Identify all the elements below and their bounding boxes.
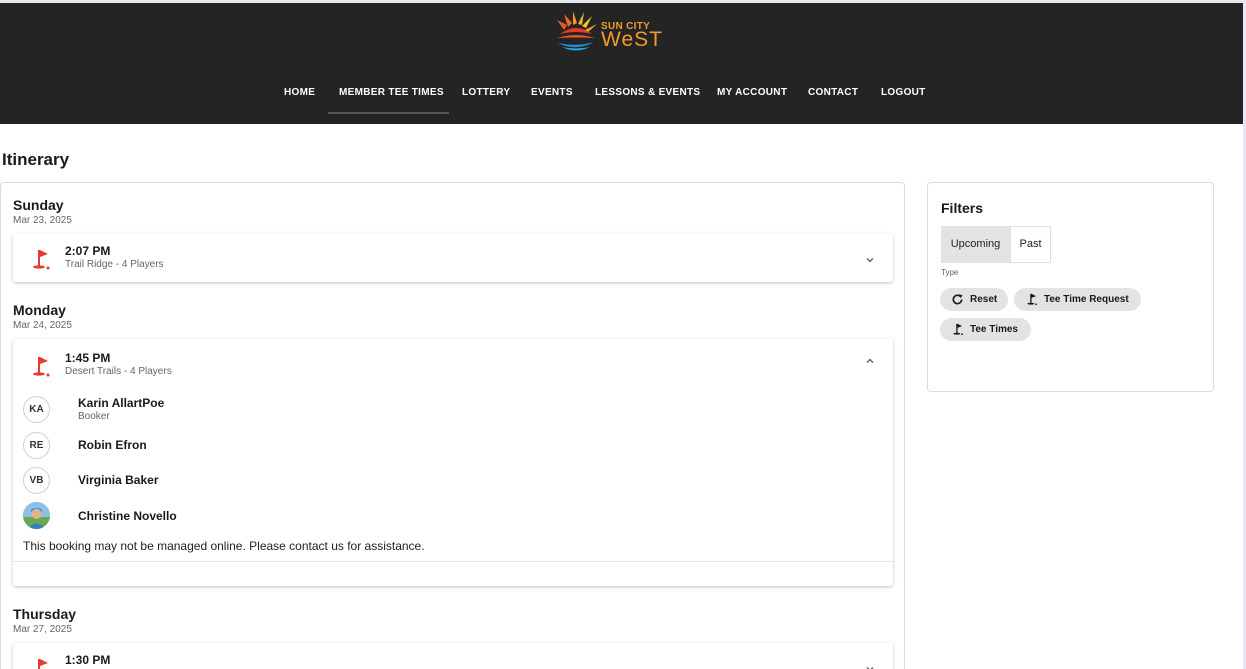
chevron-up-icon[interactable] (864, 355, 876, 367)
tab-upcoming[interactable]: Upcoming (941, 226, 1010, 263)
tee-time: 1:45 PM (65, 351, 111, 365)
nav-lottery[interactable]: LOTTERY (462, 87, 510, 98)
player-name: Virginia Baker (78, 473, 159, 487)
nav-events[interactable]: EVENTS (531, 87, 573, 98)
filters-panel: Filters Upcoming Past Type Reset Tee Tim… (927, 182, 1214, 392)
card-divider (13, 561, 893, 562)
site-header: SUN CITY WeST HOME MEMBER TEE TIMES LOTT… (0, 3, 1243, 124)
golf-flag-icon (1027, 293, 1037, 306)
tab-past[interactable]: Past (1010, 226, 1051, 263)
itinerary-list: Sunday Mar 23, 2025 2:07 PM Trail Ridge … (0, 182, 905, 669)
nav-lessons-events[interactable]: LESSONS & EVENTS (595, 87, 700, 98)
tee-time-card[interactable]: 2:07 PM Trail Ridge - 4 Players (13, 234, 893, 282)
avatar: KA (23, 396, 50, 423)
day-date: Mar 24, 2025 (13, 320, 72, 331)
golf-flag-icon (953, 323, 963, 336)
logo-text-west: WeST (601, 28, 663, 51)
filters-title: Filters (941, 200, 984, 216)
day-heading: Thursday (13, 606, 77, 622)
player-name: Karin AllartPoe (78, 396, 165, 410)
player-name: Robin Efron (78, 438, 147, 452)
tee-time-details: Desert Trails - 4 Players (65, 366, 172, 377)
golf-flag-icon (33, 250, 50, 270)
chip-label: Reset (970, 294, 998, 305)
type-label: Type (941, 268, 959, 277)
tee-time-card-expanded[interactable]: 1:45 PM Desert Trails - 4 Players KA Kar… (13, 339, 893, 586)
day-heading: Sunday (13, 197, 64, 213)
nav-home[interactable]: HOME (284, 87, 315, 98)
main-nav: HOME MEMBER TEE TIMES LOTTERY EVENTS LES… (0, 87, 1243, 107)
nav-logout[interactable]: LOGOUT (881, 87, 926, 98)
chip-label: Tee Time Request (1044, 294, 1129, 305)
day-date: Mar 27, 2025 (13, 624, 72, 635)
day-heading: Monday (13, 302, 66, 318)
player-role: Booker (78, 411, 110, 422)
nav-contact[interactable]: CONTACT (808, 87, 858, 98)
golf-flag-icon (33, 357, 50, 377)
refresh-icon (952, 294, 963, 305)
nav-active-indicator (328, 112, 449, 114)
avatar-photo (23, 502, 50, 529)
day-date: Mar 23, 2025 (13, 215, 72, 226)
chevron-down-icon[interactable] (864, 254, 876, 266)
tee-time-details: Trail Ridge - 4 Players (65, 259, 164, 270)
tee-time-request-chip[interactable]: Tee Time Request (1014, 288, 1141, 311)
page-title: Itinerary (2, 150, 70, 169)
golf-flag-icon (38, 659, 48, 669)
tee-time-card[interactable]: 1:30 PM (13, 643, 893, 669)
person-photo-icon (23, 502, 50, 529)
chip-label: Tee Times (970, 324, 1018, 335)
sun-city-west-logo[interactable]: SUN CITY WeST (554, 10, 664, 54)
avatar: RE (23, 432, 50, 459)
tee-time: 1:30 PM (65, 653, 111, 667)
reset-chip[interactable]: Reset (940, 288, 1008, 311)
sun-logo-icon (557, 11, 597, 51)
tee-time: 2:07 PM (65, 244, 111, 258)
nav-member-tee-times[interactable]: MEMBER TEE TIMES (339, 87, 444, 98)
nav-my-account[interactable]: MY ACCOUNT (717, 87, 787, 98)
chevron-down-icon[interactable] (864, 663, 876, 669)
booking-notice: This booking may not be managed online. … (23, 539, 425, 553)
player-name: Christine Novello (78, 509, 177, 523)
tee-times-chip[interactable]: Tee Times (940, 318, 1031, 341)
avatar: VB (23, 467, 50, 494)
